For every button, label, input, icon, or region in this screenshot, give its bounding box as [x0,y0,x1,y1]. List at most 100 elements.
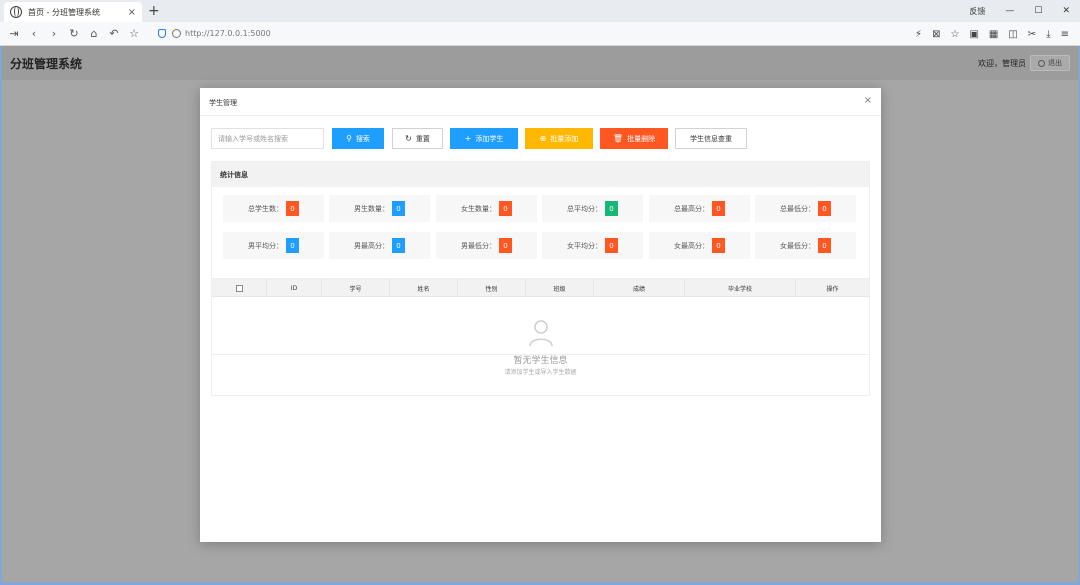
stat-label: 总学生数： [248,204,283,213]
browser-tab[interactable]: 首页 - 分班管理系统 × [4,2,142,22]
search-button-label: 搜索 [355,134,370,143]
stat-label: 女最高分： [674,241,709,250]
select-all-checkbox[interactable] [235,284,243,292]
stat-card: 总学生数： 0 [223,195,324,222]
back-icon[interactable]: ‹ [24,27,44,40]
stat-label: 男最低分： [461,241,496,250]
search-button[interactable]: ⚲ 搜索 [332,128,384,149]
stat-card: 男最高分： 0 [329,232,430,259]
tool-icon[interactable]: ☆ [950,29,959,40]
welcome-text: 欢迎，管理员 [978,59,1026,68]
batch-add-label: 批量添加 [550,134,579,143]
table-header: ID 学号 姓名 性别 班级 成绩 毕业学校 操作 [212,279,869,297]
stat-card: 女平均分： 0 [542,232,643,259]
dedupe-button[interactable]: 学生信息查重 [675,128,747,149]
stat-label: 总最低分： [780,204,815,213]
stat-value-badge: 0 [818,238,831,253]
stat-label: 男生数量： [354,204,389,213]
stat-label: 总最高分： [674,204,709,213]
trash-icon: 🗑 [612,134,624,143]
close-icon[interactable]: × [864,95,872,106]
tab-bar: 首页 - 分班管理系统 × + 反馈 — ☐ ✕ [0,0,1080,22]
reset-button[interactable]: ↻ 重置 [392,128,443,149]
add-student-label: 添加学生 [475,134,504,143]
navigation-bar: ⇥ ‹ › ↻ ⌂ ↶ ☆ http://127.0.0.1:5000 ⚡ ⊠ … [0,22,1080,46]
stat-label: 女生数量： [461,204,496,213]
home-icon[interactable]: ⌂ [84,27,104,40]
tool-icon[interactable]: ✂ [1028,29,1036,40]
column-header-actions: 操作 [826,285,839,293]
dedupe-label: 学生信息查重 [690,134,732,143]
browser-tools: ⚡ ⊠ ☆ ▣ ▦ ◫ ✂ ⤓ ≡ [910,22,1074,46]
search-input[interactable] [211,128,324,149]
column-header-score[interactable]: 成绩 [594,279,685,297]
stat-value-badge: 0 [392,238,405,253]
browser-window: 首页 - 分班管理系统 × + 反馈 — ☐ ✕ ⇥ ‹ › ↻ ⌂ ↶ ☆ h… [0,0,1080,585]
empty-title: 暂无学生信息 [513,356,568,366]
stat-card: 男最低分： 0 [436,232,537,259]
tool-icon[interactable]: ◫ [1008,29,1017,40]
batch-delete-label: 批量删除 [627,134,656,143]
address-bar[interactable]: http://127.0.0.1:5000 [158,29,271,38]
maximize-button[interactable]: ☐ [1034,6,1042,16]
batch-delete-button[interactable]: 🗑 批量删除 [600,128,668,149]
tab-title: 首页 - 分班管理系统 [28,7,100,17]
stat-value-badge: 0 [605,201,618,216]
plus-icon: + [464,134,472,143]
tab-close-icon[interactable]: × [128,7,136,18]
stat-label: 总平均分： [567,204,602,213]
tool-icon[interactable]: ≡ [1061,29,1069,40]
minimize-button[interactable]: — [1005,6,1014,16]
stat-value-badge: 0 [286,238,299,253]
url-text[interactable]: http://127.0.0.1:5000 [185,29,271,38]
search-icon: ⚲ [346,134,352,143]
column-header-gender[interactable]: 性别 [458,279,526,297]
forward-icon[interactable]: › [44,27,64,40]
column-header-id[interactable]: ID [267,279,322,297]
empty-state: 暂无学生信息 请添加学生或导入学生数据 [212,297,869,395]
stat-card: 总平均分： 0 [542,195,643,222]
circle-plus-icon: ⊕ [539,134,547,143]
stat-card: 总最低分： 0 [755,195,856,222]
favorites-icon[interactable]: ☆ [124,27,144,40]
stat-value-badge: 0 [712,201,725,216]
tool-icon[interactable]: ⊠ [932,29,940,40]
info-icon[interactable] [172,29,181,38]
window-frame [0,46,2,585]
tool-icon[interactable]: ▦ [989,29,998,40]
column-header-name[interactable]: 姓名 [390,279,458,297]
logout-label: 退出 [1048,59,1062,67]
stat-value-badge: 0 [818,201,831,216]
close-window-button[interactable]: ✕ [1062,6,1070,16]
undo-icon[interactable]: ↶ [104,27,124,40]
new-tab-button[interactable]: + [148,3,160,19]
stat-card: 男平均分： 0 [223,232,324,259]
stat-label: 男最高分： [354,241,389,250]
stat-card: 女最高分： 0 [649,232,750,259]
sidebar-toggle-icon[interactable]: ⇥ [4,27,24,40]
globe-icon [10,6,22,18]
stat-value-badge: 0 [499,201,512,216]
empty-subtitle: 请添加学生或导入学生数据 [504,369,577,376]
tool-icon[interactable]: ▣ [969,29,978,40]
stat-card: 女最低分： 0 [755,232,856,259]
add-student-button[interactable]: + 添加学生 [450,128,518,149]
tool-icon[interactable]: ⚡ [915,29,922,40]
column-header-student-no[interactable]: 学号 [322,279,390,297]
feedback-button[interactable]: 反馈 [969,6,985,17]
column-header-school[interactable]: 毕业学校 [685,279,796,297]
logout-button[interactable]: 退出 [1030,55,1070,71]
toolbar: ⚲ 搜索 ↻ 重置 + 添加学生 ⊕ 批量添加 🗑 批量删除 学生信息查重 [211,128,871,149]
tool-icon[interactable]: ⤓ [1046,29,1050,40]
app-header: 分班管理系统 欢迎，管理员 退出 [2,46,1078,80]
stat-value-badge: 0 [286,201,299,216]
reload-icon[interactable]: ↻ [64,27,84,40]
stat-value-badge: 0 [392,201,405,216]
shield-icon [158,29,166,38]
column-header-class[interactable]: 班级 [526,279,594,297]
stat-label: 男平均分： [248,241,283,250]
stat-value-badge: 0 [712,238,725,253]
modal-title: 学生管理 [209,99,237,107]
batch-add-button[interactable]: ⊕ 批量添加 [525,128,593,149]
stat-card: 女生数量： 0 [436,195,537,222]
